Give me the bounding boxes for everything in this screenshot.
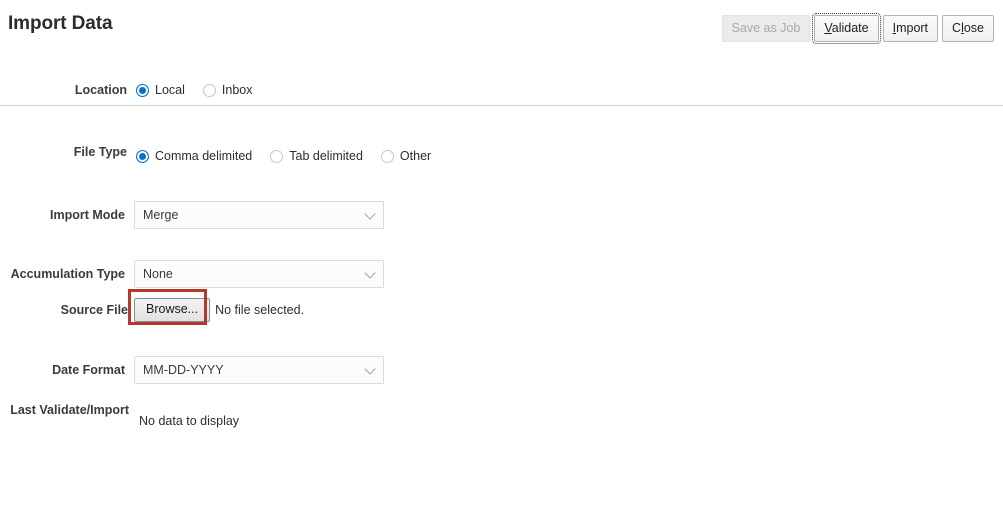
- toolbar: Save as Job Validate Import Close: [721, 13, 994, 44]
- date-format-label: Date Format: [52, 363, 125, 377]
- close-label-start: C: [952, 21, 962, 35]
- save-as-job-button[interactable]: Save as Job: [721, 15, 811, 42]
- validate-label-rest: alidate: [831, 21, 869, 35]
- source-file-label: Source File: [60, 303, 128, 317]
- source-file-input: Browse... No file selected.: [128, 289, 305, 325]
- last-validate-import-row: Last Validate/Import No data to display: [10, 403, 240, 430]
- radio-selected-icon[interactable]: [136, 149, 149, 163]
- import-label-rest: mport: [896, 21, 929, 35]
- date-format-select[interactable]: MM-DD-YYYY: [134, 356, 384, 384]
- section-divider: [0, 105, 1003, 106]
- import-mode-row: Import Mode Merge: [50, 201, 384, 229]
- close-label-rest: ose: [963, 21, 984, 35]
- file-type-option-comma[interactable]: Comma delimited: [136, 149, 252, 163]
- accumulation-type-label: Accumulation Type: [10, 267, 125, 281]
- radio-unselected-icon[interactable]: [270, 149, 284, 163]
- date-format-value: MM-DD-YYYY: [143, 363, 224, 377]
- import-mode-value: Merge: [143, 208, 179, 222]
- file-type-label: File Type: [73, 145, 127, 159]
- file-type-option-tab-label: Tab delimited: [289, 149, 363, 163]
- last-validate-import-label: Last Validate/Import: [10, 403, 129, 417]
- location-option-inbox-label: Inbox: [221, 83, 253, 97]
- last-validate-import-empty-message: No data to display: [139, 414, 240, 428]
- location-radio-group: Local Inbox: [136, 83, 252, 97]
- close-button[interactable]: Close: [942, 15, 994, 42]
- import-mode-select[interactable]: Merge: [134, 201, 384, 229]
- location-row: Location Local Inbox: [75, 81, 253, 99]
- source-file-status: No file selected.: [215, 303, 305, 317]
- location-option-local-label: Local: [155, 83, 185, 97]
- validate-accesskey: V: [824, 21, 832, 35]
- accumulation-type-value: None: [143, 267, 173, 281]
- radio-selected-icon[interactable]: [136, 83, 149, 97]
- validate-button[interactable]: Validate: [812, 13, 881, 44]
- accumulation-type-select[interactable]: None: [134, 260, 384, 288]
- file-type-option-comma-label: Comma delimited: [155, 149, 253, 163]
- file-type-option-tab[interactable]: Tab delimited: [270, 149, 363, 163]
- chevron-down-icon: [364, 208, 376, 220]
- accumulation-type-row: Accumulation Type None: [11, 260, 384, 288]
- import-button[interactable]: Import: [882, 15, 939, 42]
- chevron-down-icon: [364, 267, 376, 279]
- location-option-inbox[interactable]: Inbox: [202, 83, 253, 97]
- radio-unselected-icon[interactable]: [202, 83, 216, 97]
- file-type-option-other[interactable]: Other: [380, 149, 432, 163]
- browse-button[interactable]: Browse...: [134, 298, 211, 322]
- file-type-option-other-label: Other: [399, 149, 432, 163]
- file-type-row: File Type Comma delimited Tab delimited …: [74, 145, 431, 165]
- import-data-page: Import Data Save as Job Validate Import …: [0, 0, 1003, 511]
- radio-unselected-icon[interactable]: [380, 149, 394, 163]
- page-title: Import Data: [8, 13, 113, 34]
- source-file-row: Source File Browse... No file selected.: [61, 289, 305, 325]
- location-label: Location: [74, 83, 127, 97]
- chevron-down-icon: [364, 363, 376, 375]
- location-option-local[interactable]: Local: [136, 83, 185, 97]
- date-format-row: Date Format MM-DD-YYYY: [52, 356, 384, 384]
- import-mode-label: Import Mode: [50, 208, 125, 222]
- file-type-radio-group: Comma delimited Tab delimited Other: [136, 149, 431, 163]
